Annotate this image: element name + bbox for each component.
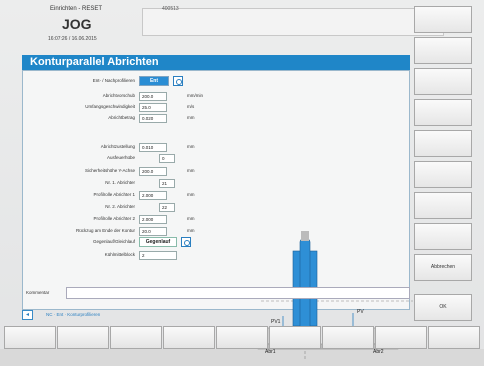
unit-label: mm bbox=[187, 192, 195, 197]
value-input[interactable]: 20.0 bbox=[139, 227, 167, 236]
vertical-softkey[interactable] bbox=[414, 161, 472, 188]
horizontal-softkey[interactable] bbox=[110, 326, 162, 349]
operating-mode: JOG bbox=[62, 16, 92, 32]
timestamp: 16:07:26 / 16.06.2015 bbox=[48, 36, 97, 42]
field-label-text: Rückzug am Ende der Kontur bbox=[75, 228, 135, 233]
comment-label: Kommentar bbox=[26, 290, 50, 295]
value-input[interactable]: 21 bbox=[159, 179, 175, 188]
back-arrow-icon[interactable]: ◂ bbox=[22, 310, 33, 320]
field-label: Abrichtbetrag bbox=[23, 114, 135, 123]
field-label-text: Profilrolle Abrichter 1 bbox=[93, 192, 135, 197]
value-input[interactable]: 200.0 bbox=[139, 167, 167, 176]
value-input[interactable]: 25.0 bbox=[139, 103, 167, 112]
field-label: Profilrolle Abrichter 2 bbox=[23, 215, 135, 224]
value-input[interactable]: 200.0 bbox=[139, 92, 167, 101]
unit-label: mm bbox=[187, 115, 195, 120]
horizontal-softkey[interactable] bbox=[428, 326, 480, 349]
value-input[interactable]: 2 bbox=[139, 251, 177, 260]
field-label-text: Ent- / Nachprofilieren bbox=[92, 78, 135, 83]
value-input[interactable]: 0.020 bbox=[139, 114, 167, 123]
vertical-softkey[interactable] bbox=[414, 37, 472, 64]
horizontal-softkey[interactable] bbox=[322, 326, 374, 349]
vertical-softkey[interactable] bbox=[414, 99, 472, 126]
vertical-softkey[interactable] bbox=[414, 223, 472, 250]
field-label-text: Nr. 1. Abrichter bbox=[105, 180, 135, 185]
horizontal-softkey[interactable] bbox=[269, 326, 321, 349]
field-label-text: Abrichtvorschub bbox=[102, 93, 135, 98]
dressing-dialog: Ent- / Nachprofilieren Ent Abrichtvorschub… bbox=[22, 70, 413, 361]
abr2-label: Abr2 bbox=[373, 349, 384, 355]
field-label-text: Profilrolle Abrichter 2 bbox=[93, 216, 135, 221]
header-panel bbox=[142, 8, 444, 36]
value-input[interactable]: 2.000 bbox=[139, 215, 167, 224]
horizontal-softkey[interactable] bbox=[375, 326, 427, 349]
field-label: Sicherheitshöhe Y-Achse bbox=[23, 167, 135, 176]
breadcrumb-text: NC · Ent · Konturprofilieren bbox=[46, 312, 101, 317]
status-header: Einrichten - RESET 400513 JOG 16:07:26 /… bbox=[22, 4, 444, 54]
field-label-text: Gegenlauf/Gleichlauf bbox=[92, 239, 135, 244]
value-input[interactable]: 22 bbox=[159, 203, 175, 212]
field-label: Profilrolle Abrichter 1 bbox=[23, 191, 135, 200]
horizontal-softkey[interactable] bbox=[4, 326, 56, 349]
field-label-text: Kühlmittelblock bbox=[104, 252, 135, 257]
field-label: Nr. 1. Abrichter bbox=[23, 179, 135, 188]
horizontal-softkey[interactable] bbox=[163, 326, 215, 349]
field-label: Gegenlauf/Gleichlauf bbox=[23, 238, 135, 247]
field-label-text: Sicherheitshöhe Y-Achse bbox=[84, 168, 135, 173]
vertical-softkey[interactable]: Abbrechen bbox=[414, 254, 472, 281]
field-label-text: Umfangsgeschwindigkeit bbox=[85, 104, 135, 109]
unit-label: mm bbox=[187, 168, 195, 173]
vertical-softkey[interactable] bbox=[414, 130, 472, 157]
field-label-text: Ausfeuerhübe bbox=[106, 155, 135, 160]
field-label: Nr. 2. Abrichter bbox=[23, 203, 135, 212]
field-label-text: Nr. 2. Abrichter bbox=[105, 204, 135, 209]
unit-label: mm bbox=[187, 144, 195, 149]
vertical-softkey[interactable] bbox=[414, 6, 472, 33]
abr1-label: Abr1 bbox=[265, 349, 276, 355]
horizontal-softkey[interactable] bbox=[57, 326, 109, 349]
field-label: Abrichtvorschub bbox=[23, 92, 135, 101]
field-label: Ausfeuerhübe bbox=[23, 154, 135, 163]
field-label-text: Abrichtbetrag bbox=[108, 115, 135, 120]
channel-state: Einrichten - RESET bbox=[50, 6, 103, 12]
horizontal-softkey[interactable] bbox=[216, 326, 268, 349]
toggle-field[interactable]: Gegenlauf bbox=[139, 237, 177, 247]
vertical-softkey[interactable] bbox=[414, 68, 472, 95]
field-label: Rückzug am Ende der Kontur bbox=[23, 227, 135, 236]
select-icon[interactable] bbox=[181, 237, 191, 247]
select-icon[interactable] bbox=[173, 76, 183, 86]
spindle bbox=[301, 231, 309, 241]
field-label-text: Abrichtzustellung bbox=[100, 144, 135, 149]
dialog-title: Konturparallel Abrichten bbox=[22, 55, 410, 70]
field-label: Umfangsgeschwindigkeit bbox=[23, 103, 135, 112]
vertical-softkey[interactable]: OK bbox=[414, 294, 472, 321]
value-input[interactable]: 2.000 bbox=[139, 191, 167, 200]
field-label: Abrichtzustellung bbox=[23, 143, 135, 152]
breadcrumb: ◂ NC · Ent · Konturprofilieren bbox=[22, 310, 412, 320]
comment-input[interactable] bbox=[66, 287, 410, 299]
unit-label: mm bbox=[187, 216, 195, 221]
unit-label: m/s bbox=[187, 104, 195, 109]
program-number: 400513 bbox=[162, 6, 179, 12]
screen: Einrichten - RESET 400513 JOG 16:07:26 /… bbox=[0, 0, 484, 361]
value-input[interactable]: 0.010 bbox=[139, 143, 167, 152]
unit-label: mm bbox=[187, 228, 195, 233]
field-label: Ent- / Nachprofilieren bbox=[23, 77, 135, 86]
value-input[interactable]: 0 bbox=[159, 154, 175, 163]
field-label: Kühlmittelblock bbox=[23, 251, 135, 260]
vertical-softkey[interactable] bbox=[414, 192, 472, 219]
toggle-field[interactable]: Ent bbox=[139, 76, 169, 86]
unit-label: mm/min bbox=[187, 93, 203, 98]
